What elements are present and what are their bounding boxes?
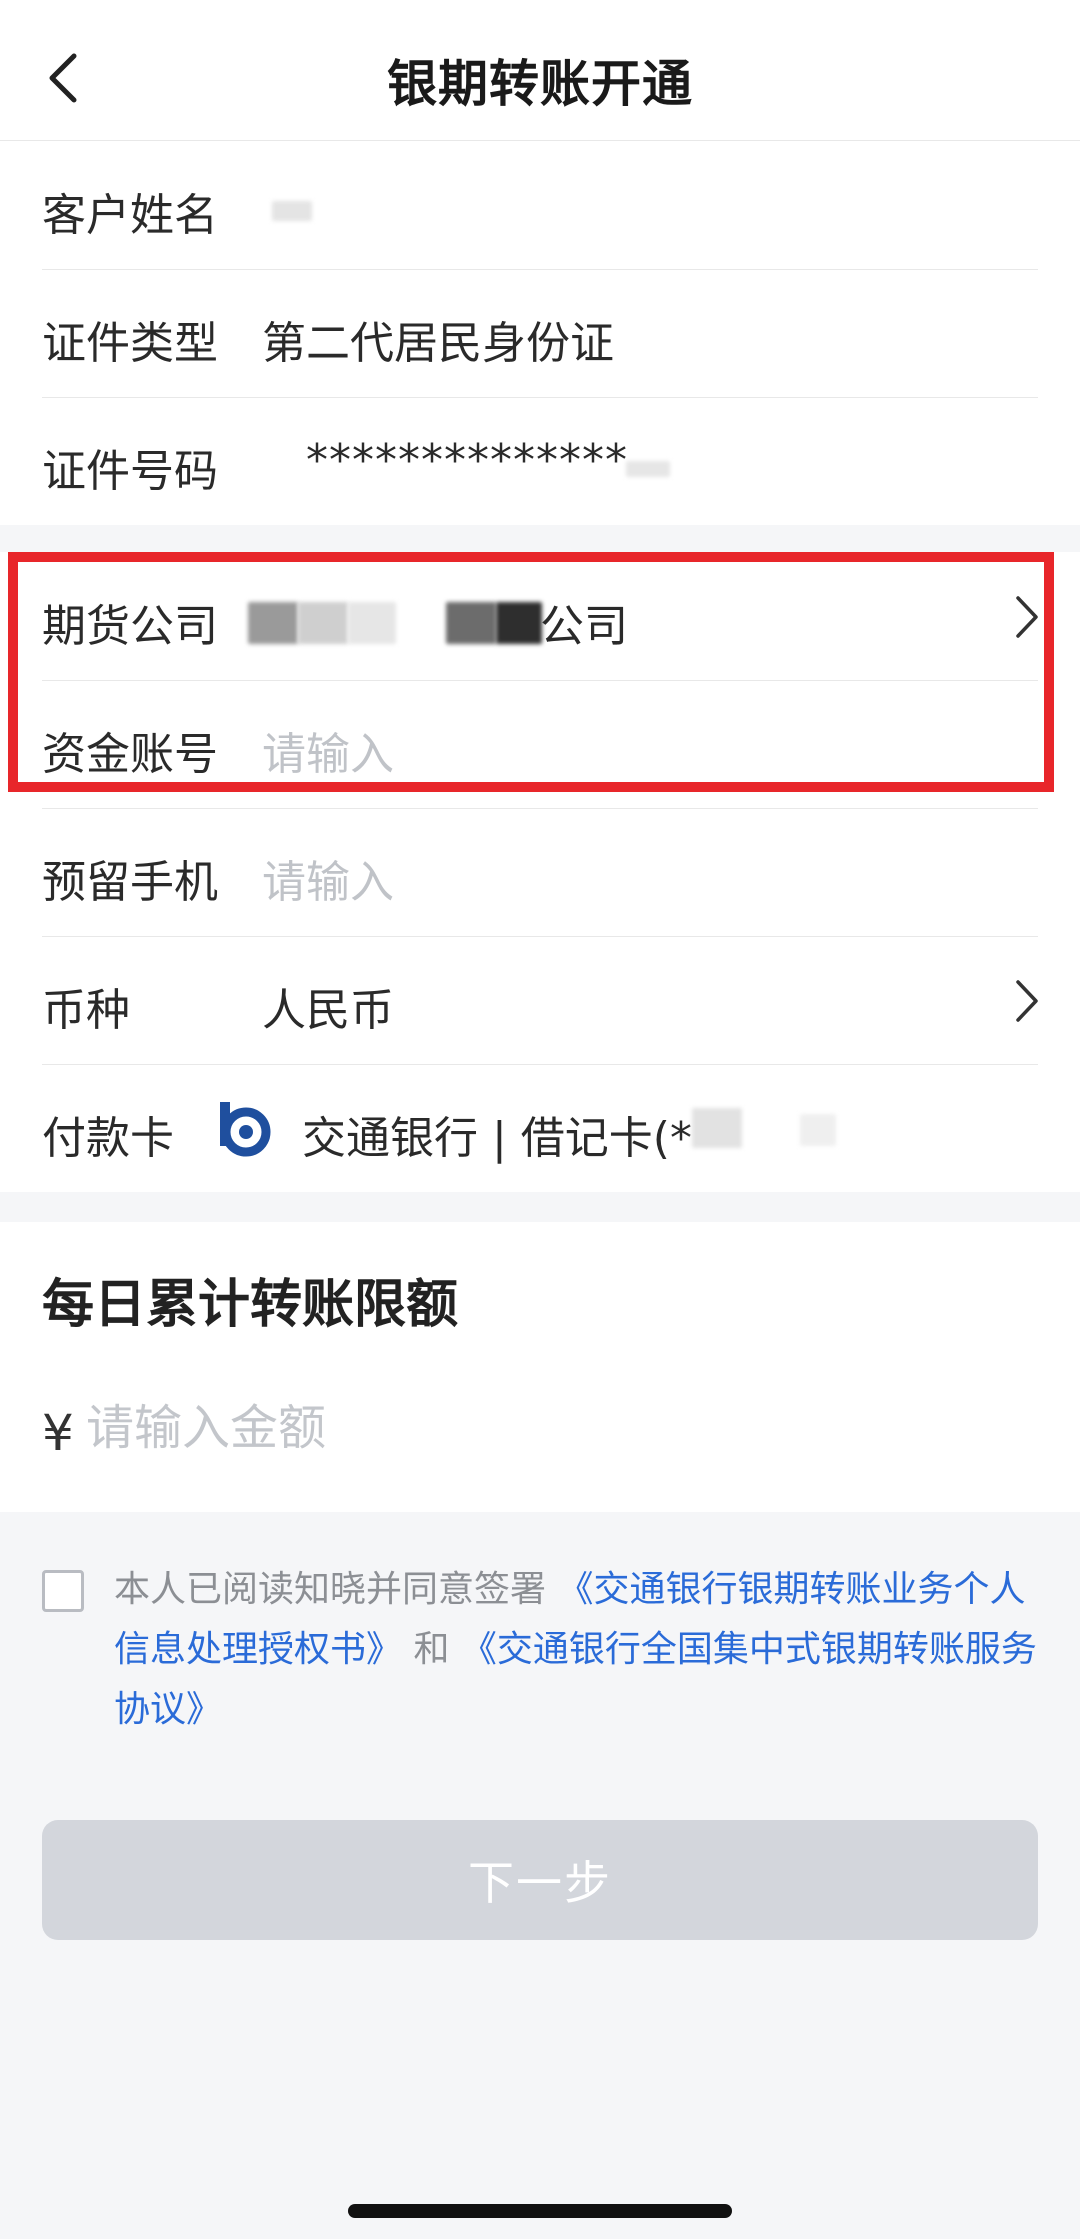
- reserved-phone-input[interactable]: 请输入: [262, 846, 394, 910]
- company-masked-4: [446, 602, 496, 644]
- company-masked-5: [496, 602, 542, 644]
- agreement-checkbox[interactable]: [42, 1570, 84, 1612]
- fund-account-label: 资金账号: [42, 729, 218, 780]
- payment-card-row[interactable]: 付款卡 交通银行 | 借记卡(*: [0, 1064, 1080, 1192]
- account-card: 期货公司 公司 资金账号 请输入 预留手机 请输入 币种 人民币 付款卡 交通银…: [0, 552, 1080, 1192]
- payment-card-value: 交通银行 | 借记卡(*: [302, 1113, 692, 1164]
- futures-company-row[interactable]: 期货公司 公司: [0, 552, 1080, 680]
- id-number-label: 证件号码: [42, 446, 218, 497]
- futures-company-label: 期货公司: [42, 601, 218, 652]
- currency-row[interactable]: 币种 人民币: [0, 936, 1080, 1064]
- next-step-button[interactable]: 下一步: [42, 1820, 1038, 1940]
- agreement-prefix: 本人已阅读知晓并同意签署: [114, 1569, 558, 1610]
- customer-info-card: 客户姓名 证件类型 第二代居民身份证 证件号码 **************: [0, 141, 1080, 525]
- currency-symbol: ¥: [42, 1404, 74, 1462]
- home-indicator: [348, 2204, 732, 2218]
- id-number-masked: [626, 461, 670, 477]
- amount-input[interactable]: [86, 1400, 986, 1456]
- customer-name-row: 客户姓名: [0, 141, 1080, 269]
- agreement-connector: 和: [402, 1629, 461, 1670]
- agreement-text: 本人已阅读知晓并同意签署 《交通银行银期转账业务个人信息处理授权书》 和 《交通…: [114, 1560, 1044, 1740]
- id-type-label: 证件类型: [42, 318, 218, 369]
- chevron-right-icon[interactable]: [1012, 594, 1042, 640]
- fund-account-row[interactable]: 资金账号 请输入: [0, 680, 1080, 808]
- page-title: 银期转账开通: [387, 55, 693, 113]
- card-number-masked-2: [800, 1114, 836, 1146]
- company-masked-3: [348, 602, 396, 644]
- payment-card-label: 付款卡: [42, 1113, 174, 1164]
- customer-name-masked: [272, 201, 312, 221]
- futures-company-value: 公司: [540, 601, 628, 652]
- reserved-phone-row[interactable]: 预留手机 请输入: [0, 808, 1080, 936]
- nav-header: 银期转账开通: [0, 0, 1080, 141]
- card-number-masked-1: [692, 1108, 742, 1148]
- id-number-row: 证件号码 **************: [0, 397, 1080, 525]
- currency-label: 币种: [42, 985, 130, 1036]
- bank-of-communications-logo-icon: [220, 1102, 271, 1157]
- company-masked-2: [298, 602, 348, 644]
- company-masked-1: [248, 602, 298, 644]
- id-type-value: 第二代居民身份证: [262, 318, 614, 369]
- reserved-phone-label: 预留手机: [42, 857, 218, 908]
- id-number-value: **************: [306, 435, 628, 486]
- customer-name-label: 客户姓名: [42, 190, 218, 241]
- id-type-row: 证件类型 第二代居民身份证: [0, 269, 1080, 397]
- currency-value: 人民币: [262, 985, 394, 1036]
- fund-account-input[interactable]: 请输入: [262, 718, 394, 782]
- chevron-right-icon[interactable]: [1012, 978, 1042, 1024]
- daily-limit-title: 每日累计转账限额: [42, 1275, 459, 1335]
